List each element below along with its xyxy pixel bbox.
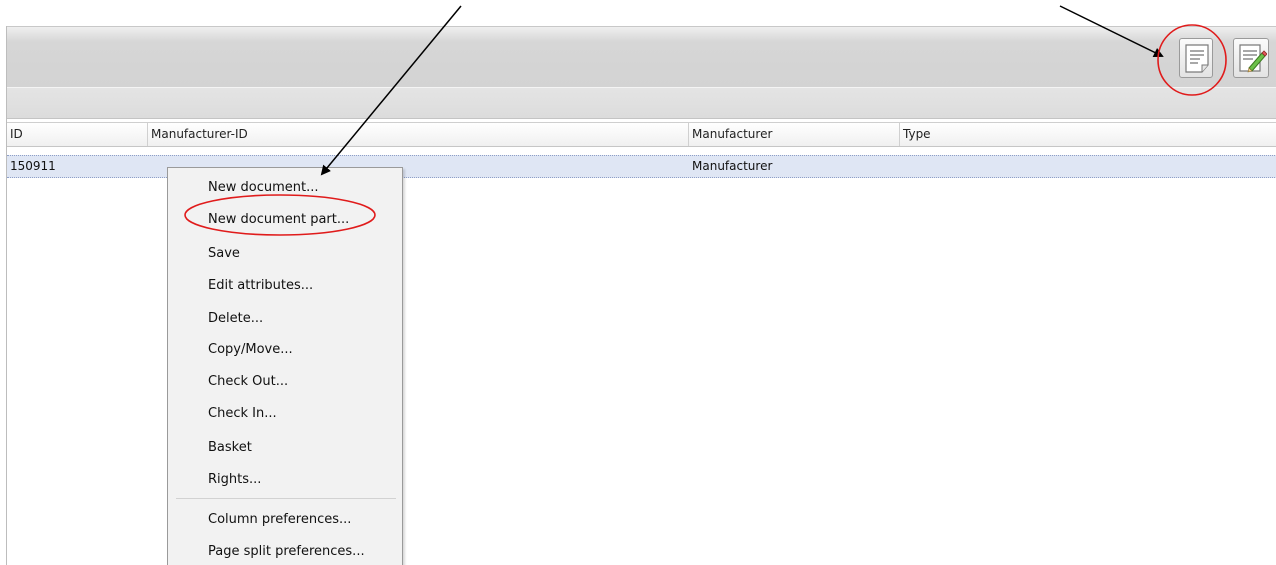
menu-item-new-document-part[interactable]: New document part...: [168, 204, 402, 236]
column-header-manufacturer-id[interactable]: Manufacturer-ID: [148, 123, 689, 146]
table-header: ID Manufacturer-ID Manufacturer Type: [7, 122, 1276, 147]
menu-item-basket[interactable]: Basket: [168, 432, 402, 464]
menu-item-edit-attributes[interactable]: Edit attributes...: [168, 270, 402, 302]
column-header-manufacturer[interactable]: Manufacturer: [689, 123, 900, 146]
menu-item-copy-move[interactable]: Copy/Move...: [168, 334, 402, 366]
toolbar: [7, 26, 1276, 87]
menu-separator: [176, 498, 396, 499]
menu-item-column-preferences[interactable]: Column preferences...: [168, 504, 402, 536]
menu-item-save[interactable]: Save: [168, 238, 402, 270]
menu-item-check-in[interactable]: Check In...: [168, 398, 402, 430]
menu-item-rights[interactable]: Rights...: [168, 464, 402, 496]
menu-item-page-split-preferences[interactable]: Page split preferences...: [168, 536, 402, 565]
column-header-type[interactable]: Type: [900, 123, 1276, 146]
cell-manufacturer: Manufacturer: [692, 159, 773, 173]
menu-item-check-out[interactable]: Check Out...: [168, 366, 402, 398]
column-header-id[interactable]: ID: [7, 123, 148, 146]
sub-toolbar: [7, 87, 1276, 119]
edit-document-button[interactable]: [1233, 38, 1269, 78]
context-menu: New document... New document part... Sav…: [167, 167, 403, 565]
new-document-button[interactable]: [1179, 38, 1213, 78]
edit-document-icon: [1239, 44, 1267, 73]
menu-item-delete[interactable]: Delete...: [168, 303, 402, 335]
menu-item-new-document[interactable]: New document...: [168, 172, 402, 204]
document-icon: [1185, 44, 1209, 73]
cell-id: 150911: [10, 159, 56, 173]
